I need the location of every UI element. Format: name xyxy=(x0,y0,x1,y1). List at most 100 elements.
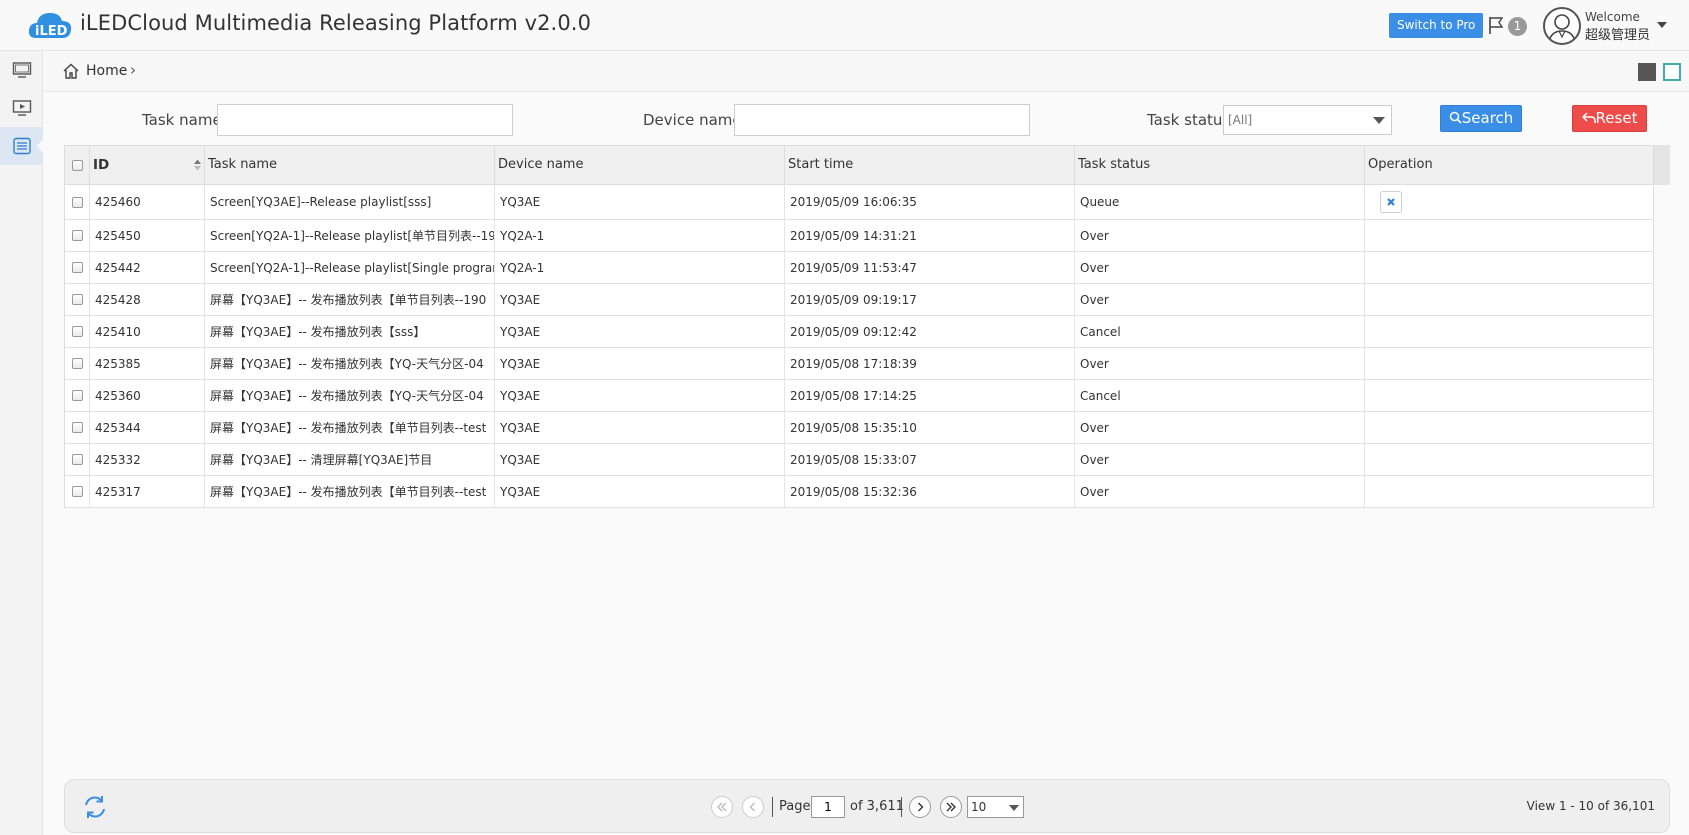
table-row[interactable]: 425442 Screen[YQ2A-1]--Release playlist[S… xyxy=(65,252,1653,284)
cell-device-name: YQ3AE xyxy=(495,316,785,347)
row-checkbox-cell[interactable] xyxy=(65,476,90,507)
cell-device-name: YQ2A-1 xyxy=(495,252,785,283)
play-screen-icon xyxy=(12,100,31,116)
user-menu-caret-icon[interactable] xyxy=(1657,22,1667,28)
row-checkbox[interactable] xyxy=(71,358,83,369)
breadcrumb-home[interactable]: Home xyxy=(86,63,127,79)
cell-task-name: 屏幕【YQ3AE】-- 清理屏幕[YQ3AE]节目 xyxy=(205,444,495,475)
row-checkbox-cell[interactable] xyxy=(65,284,90,315)
page-number-input[interactable] xyxy=(811,796,845,818)
cell-start-time: 2019/05/09 09:19:17 xyxy=(785,284,1075,315)
search-button[interactable]: Search xyxy=(1440,105,1522,132)
row-checkbox-cell[interactable] xyxy=(65,444,90,475)
table-row[interactable]: 425344 屏幕【YQ3AE】-- 发布播放列表【单节目列表--test YQ3A… xyxy=(65,412,1653,444)
task-status-select[interactable]: [All] xyxy=(1223,105,1392,135)
cell-device-name: YQ3AE xyxy=(495,185,785,219)
chevron-right-icon: › xyxy=(130,61,136,79)
cell-device-name: YQ3AE xyxy=(495,444,785,475)
row-checkbox-cell[interactable] xyxy=(65,316,90,347)
cell-task-status: Cancel xyxy=(1075,380,1365,411)
prev-page-button[interactable] xyxy=(742,796,764,818)
table-row[interactable]: 425460 Screen[YQ3AE]--Release playlist[ss… xyxy=(65,185,1653,220)
row-checkbox[interactable] xyxy=(71,326,83,337)
table-row[interactable]: 425317 屏幕【YQ3AE】-- 发布播放列表【单节目列表--test YQ3A… xyxy=(65,476,1653,508)
row-checkbox-cell[interactable] xyxy=(65,185,90,219)
row-checkbox[interactable] xyxy=(71,294,83,305)
cell-operation xyxy=(1365,380,1653,411)
device-name-input[interactable] xyxy=(734,104,1030,136)
cell-task-name: Screen[YQ3AE]--Release playlist[sss] xyxy=(205,185,495,219)
cell-start-time: 2019/05/08 15:35:10 xyxy=(785,412,1075,443)
refresh-icon[interactable] xyxy=(81,793,109,821)
sidebar xyxy=(0,51,44,835)
row-checkbox-cell[interactable] xyxy=(65,380,90,411)
cell-id: 425360 xyxy=(90,380,205,411)
row-checkbox[interactable] xyxy=(71,262,83,273)
row-checkbox[interactable] xyxy=(71,390,83,401)
light-layout-toggle[interactable] xyxy=(1663,63,1681,81)
row-checkbox[interactable] xyxy=(71,196,83,208)
avatar[interactable] xyxy=(1543,7,1581,45)
cell-task-status: Over xyxy=(1075,284,1365,315)
column-header-start-time[interactable]: Start time xyxy=(785,146,1075,184)
row-checkbox[interactable] xyxy=(71,486,83,497)
task-status-value: [All] xyxy=(1228,113,1253,127)
username[interactable]: 超级管理员 xyxy=(1585,24,1650,43)
table-row[interactable]: 425385 屏幕【YQ3AE】-- 发布播放列表【YQ-天气分区-04 YQ3AE… xyxy=(65,348,1653,380)
cell-start-time: 2019/05/08 15:33:07 xyxy=(785,444,1075,475)
table-row[interactable]: 425360 屏幕【YQ3AE】-- 发布播放列表【YQ-天气分区-04 YQ3AE… xyxy=(65,380,1653,412)
table-row[interactable]: 425450 Screen[YQ2A-1]--Release playlist[单… xyxy=(65,220,1653,252)
next-page-button[interactable] xyxy=(909,796,931,818)
column-header-task-status[interactable]: Task status xyxy=(1075,146,1365,184)
cell-operation xyxy=(1365,348,1653,379)
table-body: 425460 Screen[YQ3AE]--Release playlist[ss… xyxy=(64,185,1654,508)
table-row[interactable]: 425428 屏幕【YQ3AE】-- 发布播放列表【单节目列表--190 YQ3AE… xyxy=(65,284,1653,316)
cell-start-time: 2019/05/09 09:12:42 xyxy=(785,316,1075,347)
first-page-button[interactable] xyxy=(711,796,733,818)
dark-layout-toggle[interactable] xyxy=(1638,63,1656,81)
reset-button-label: Reset xyxy=(1595,109,1638,127)
cell-id: 425385 xyxy=(90,348,205,379)
sidebar-item-screens[interactable] xyxy=(0,51,43,89)
sidebar-item-programs[interactable] xyxy=(0,89,43,127)
row-checkbox-cell[interactable] xyxy=(65,252,90,283)
select-all-checkbox-cell[interactable] xyxy=(65,146,90,184)
cell-task-status: Cancel xyxy=(1075,316,1365,347)
page-size-select[interactable]: 10 xyxy=(967,796,1024,818)
task-name-input[interactable] xyxy=(217,104,513,136)
select-all-checkbox[interactable] xyxy=(71,159,83,171)
task-name-label: Task name xyxy=(142,111,222,129)
row-checkbox-cell[interactable] xyxy=(65,348,90,379)
reset-button[interactable]: Reset xyxy=(1572,105,1647,132)
cell-device-name: YQ3AE xyxy=(495,284,785,315)
table-row[interactable]: 425410 屏幕【YQ3AE】-- 发布播放列表【sss】 YQ3AE 2019/0… xyxy=(65,316,1653,348)
row-checkbox-cell[interactable] xyxy=(65,220,90,251)
column-header-task-name[interactable]: Task name xyxy=(205,146,495,184)
column-header-id[interactable]: ID xyxy=(90,146,205,184)
cell-id: 425317 xyxy=(90,476,205,507)
notification-badge[interactable]: 1 xyxy=(1508,17,1527,36)
undo-icon xyxy=(1581,112,1596,123)
table-row[interactable]: 425332 屏幕【YQ3AE】-- 清理屏幕[YQ3AE]节目 YQ3AE 2019… xyxy=(65,444,1653,476)
column-header-device-name[interactable]: Device name xyxy=(495,146,785,184)
task-list-icon xyxy=(12,137,31,155)
row-checkbox-cell[interactable] xyxy=(65,412,90,443)
pagination-bar: Page of 3,611 10 View 1 - 10 of 36,101 xyxy=(64,779,1670,833)
home-icon[interactable] xyxy=(62,62,80,80)
switch-to-pro-button[interactable]: Switch to Pro xyxy=(1389,13,1484,38)
cancel-task-button[interactable] xyxy=(1380,191,1402,213)
row-checkbox[interactable] xyxy=(71,454,83,465)
cell-task-status: Over xyxy=(1075,412,1365,443)
double-chevron-right-icon xyxy=(946,802,956,812)
row-checkbox[interactable] xyxy=(71,422,83,433)
sidebar-item-tasks[interactable] xyxy=(0,127,44,165)
sort-icon[interactable] xyxy=(193,158,202,172)
flag-icon[interactable] xyxy=(1487,15,1505,35)
row-checkbox[interactable] xyxy=(71,230,83,241)
pager-divider xyxy=(772,797,773,817)
cell-device-name: YQ3AE xyxy=(495,348,785,379)
last-page-button[interactable] xyxy=(940,796,962,818)
cell-operation xyxy=(1365,220,1653,251)
cell-task-name: Screen[YQ2A-1]--Release playlist[单节目列表--… xyxy=(205,220,495,251)
search-icon xyxy=(1449,111,1462,124)
